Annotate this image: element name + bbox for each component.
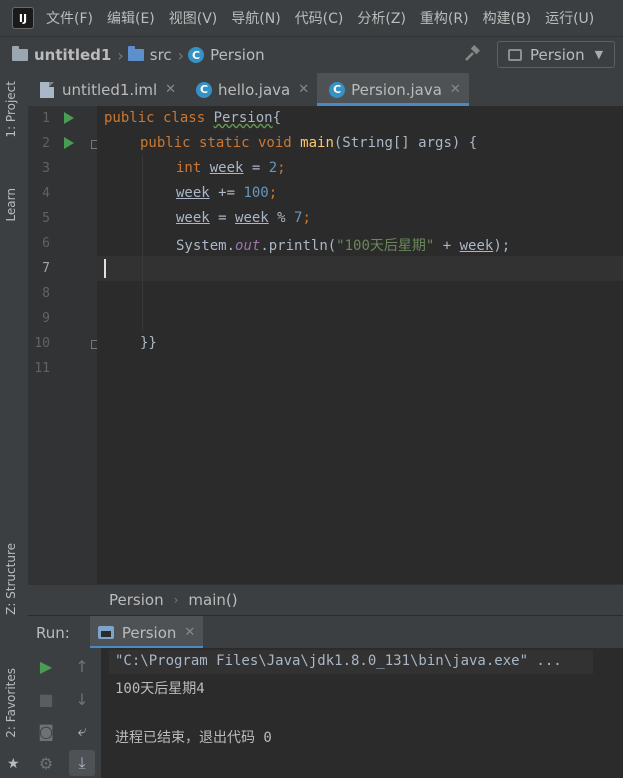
run-main-icon[interactable] xyxy=(64,137,74,149)
menu-analyze[interactable]: 分析(Z) xyxy=(357,8,406,28)
folder-icon xyxy=(12,46,28,61)
menu-file[interactable]: 文件(F) xyxy=(46,8,93,28)
current-line-highlight xyxy=(97,256,623,281)
camera-icon[interactable]: ◙ xyxy=(33,718,59,744)
run-tab-label: Persion xyxy=(121,623,177,642)
run-tab-persion[interactable]: Persion ✕ xyxy=(89,616,204,649)
menu-code[interactable]: 代码(C) xyxy=(295,8,344,28)
close-icon[interactable]: ✕ xyxy=(184,625,195,640)
run-configuration-select[interactable]: Persion ▼ xyxy=(497,41,615,68)
tool-tab-structure[interactable]: Z: Structure xyxy=(4,543,18,615)
module-file-icon xyxy=(40,81,54,98)
code-line-3: int week = 2; xyxy=(176,160,286,176)
tool-tab-project[interactable]: 1: Project xyxy=(4,81,18,138)
soft-wrap-icon[interactable]: ⤶ xyxy=(69,718,95,744)
close-icon[interactable]: ✕ xyxy=(298,82,309,97)
indent-guide xyxy=(142,156,143,331)
line-number: 4 xyxy=(42,186,50,201)
console-line-output: 100天后星期4 xyxy=(115,681,205,697)
line-number: 10 xyxy=(34,336,50,351)
tab-label: untitled1.iml xyxy=(62,80,158,99)
editor-tab-bar: untitled1.iml ✕ C hello.java ✕ C Persion… xyxy=(28,73,623,107)
nav-file-label: Persion xyxy=(210,46,265,64)
line-number: 7 xyxy=(42,261,50,276)
menu-refactor[interactable]: 重构(R) xyxy=(420,8,469,28)
star-icon[interactable]: ★ xyxy=(7,756,20,772)
code-breadcrumb: Persion › main() xyxy=(28,584,623,615)
code-line-5: week = week % 7; xyxy=(176,210,311,226)
line-number: 9 xyxy=(42,311,50,326)
code-line-4: week += 100; xyxy=(176,185,278,201)
breadcrumb-class[interactable]: Persion xyxy=(109,591,164,609)
line-number: 5 xyxy=(42,211,50,226)
console-line-exit: 进程已结束，退出代码 0 xyxy=(115,730,272,746)
chevron-right-icon: › xyxy=(173,593,179,607)
menu-build[interactable]: 构建(B) xyxy=(483,8,532,28)
run-config-label: Persion xyxy=(530,45,585,64)
menu-edit[interactable]: 编辑(E) xyxy=(107,8,155,28)
breadcrumb-method[interactable]: main() xyxy=(188,591,237,609)
code-line-2: public static void main(String[] args) { xyxy=(140,135,478,151)
run-class-icon[interactable] xyxy=(64,112,74,124)
class-icon: C xyxy=(188,47,205,63)
code-line-1: public class Persion{ xyxy=(104,110,282,126)
tab-untitled1-iml[interactable]: untitled1.iml ✕ xyxy=(28,73,184,106)
console-icon xyxy=(97,626,114,639)
line-number: 6 xyxy=(42,236,50,251)
tab-hello-java[interactable]: C hello.java ✕ xyxy=(184,73,317,106)
run-console[interactable]: "C:\Program Files\Java\jdk1.8.0_131\bin\… xyxy=(101,648,623,778)
nav-crumb-src[interactable]: src › xyxy=(127,45,188,65)
line-number: 1 xyxy=(42,111,50,126)
build-hammer-icon[interactable] xyxy=(462,45,482,65)
menu-bar: IJ 文件(F) 编辑(E) 视图(V) 导航(N) 代码(C) 分析(Z) 重… xyxy=(0,0,623,36)
nav-project-label: untitled1 xyxy=(34,46,112,64)
app-logo: IJ xyxy=(12,7,34,29)
close-icon[interactable]: ✕ xyxy=(450,82,461,97)
code-line-6: System.out.println("100天后星期" + week); xyxy=(176,238,511,254)
code-editor[interactable]: public class Persion{ public static void… xyxy=(97,106,623,584)
navigation-bar: untitled1 › src › C Persion Persion ▼ xyxy=(0,36,623,74)
nav-crumb-project[interactable]: untitled1 › xyxy=(12,46,128,65)
text-caret xyxy=(104,259,106,278)
run-panel-header: Run: Persion ✕ xyxy=(28,615,623,649)
stop-icon[interactable]: ■ xyxy=(33,686,59,712)
class-icon: C xyxy=(329,81,346,98)
run-config-icon xyxy=(508,48,522,61)
line-number: 2 xyxy=(42,136,50,151)
console-line-command: "C:\Program Files\Java\jdk1.8.0_131\bin\… xyxy=(115,653,562,669)
left-tool-stripe: 1: Project Learn Z: Structure 2: Favorit… xyxy=(0,73,28,778)
chevron-right-icon: › xyxy=(177,45,185,65)
tab-label: hello.java xyxy=(218,80,291,99)
line-number: 11 xyxy=(34,361,50,376)
run-panel-label: Run: xyxy=(36,623,70,642)
tool-tab-learn[interactable]: Learn xyxy=(4,188,18,222)
code-line-10: }} xyxy=(140,335,157,351)
scroll-to-end-icon[interactable]: ⤓ xyxy=(69,750,95,776)
tab-label: Persion.java xyxy=(351,80,442,99)
arrow-down-icon[interactable]: ↓ xyxy=(69,686,95,712)
line-number: 8 xyxy=(42,286,50,301)
chevron-right-icon: › xyxy=(117,45,124,65)
close-icon[interactable]: ✕ xyxy=(165,82,176,97)
arrow-up-icon[interactable]: ↑ xyxy=(69,653,95,679)
rerun-icon[interactable]: ▶ xyxy=(33,653,59,679)
menu-navigate[interactable]: 导航(N) xyxy=(231,8,280,28)
nav-folder-label: src xyxy=(149,46,172,64)
run-toolbar-secondary: ↑ ↓ ⤶ ⤓ xyxy=(64,648,102,778)
nav-crumb-file[interactable]: C Persion xyxy=(188,46,265,64)
class-icon: C xyxy=(196,81,213,98)
source-folder-icon xyxy=(127,46,144,61)
editor-gutter[interactable]: 1 2 3 4 5 6 7 8 9 10 11 xyxy=(28,106,100,584)
tab-persion-java[interactable]: C Persion.java ✕ xyxy=(317,73,469,106)
chevron-down-icon: ▼ xyxy=(594,48,604,61)
line-number: 3 xyxy=(42,161,50,176)
run-toolbar-primary: ▶ ■ ◙ ⚙ xyxy=(28,648,64,778)
tool-tab-favorites[interactable]: 2: Favorites xyxy=(4,668,18,738)
settings-icon[interactable]: ⚙ xyxy=(33,750,59,776)
menu-view[interactable]: 视图(V) xyxy=(169,8,218,28)
menu-run[interactable]: 运行(U) xyxy=(545,8,594,28)
